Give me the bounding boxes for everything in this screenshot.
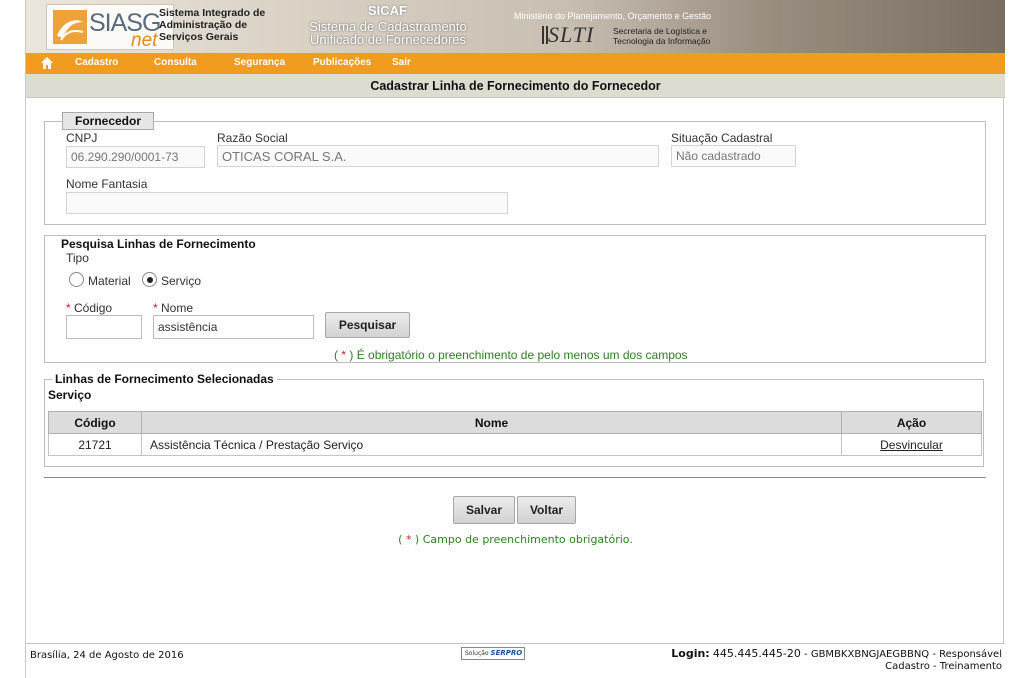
tipo-label: Tipo (66, 251, 89, 265)
col-acao: Ação (841, 411, 982, 434)
page-title-bar: Cadastrar Linha de Fornecimento do Forne… (26, 74, 1005, 98)
required-mark: * (66, 301, 71, 315)
divider (44, 477, 986, 478)
login-label: Login: (671, 647, 710, 660)
ministry-name: Ministério do Planejamento, Orçamento e … (514, 11, 712, 21)
pesquisar-button[interactable]: Pesquisar (325, 312, 410, 338)
radio-servico-label[interactable]: Serviço (161, 274, 201, 288)
logo-net-text: net (131, 30, 158, 51)
footer-login: Login: 445.445.445-20 - GBMBKXBNGJAEGBBN… (671, 648, 1002, 673)
razao-social-field[interactable]: OTICAS CORAL S.A. (217, 145, 659, 167)
slti-logo: SLTI (548, 22, 595, 47)
nome-fantasia-field[interactable] (66, 192, 508, 214)
situacao-field[interactable]: Não cadastrado (671, 145, 796, 167)
selecionadas-subtitle: Serviço (48, 388, 92, 402)
nav-publicacoes[interactable]: Publicações (313, 57, 371, 68)
row-codigo: 21721 (48, 433, 142, 456)
col-nome: Nome (141, 411, 842, 434)
linhas-table: Código Nome Ação 21721 Assistência Técni… (48, 411, 982, 456)
main-nav: Cadastro Consulta Segurança Publicações … (26, 53, 1005, 74)
situacao-label: Situação Cadastral (671, 131, 773, 145)
selecionadas-legend: Linhas de Fornecimento Selecionadas (52, 372, 277, 386)
pesquisa-legend: Pesquisa Linhas de Fornecimento (58, 237, 259, 251)
slti-name: Secretaria de Logística e Tecnologia da … (613, 26, 711, 46)
radio-material-label[interactable]: Material (88, 274, 131, 288)
login-line2: Cadastro - Treinamento (885, 661, 1002, 672)
voltar-button[interactable]: Voltar (517, 496, 576, 524)
cnpj-label: CNPJ (66, 131, 98, 145)
nome-input[interactable]: assistência (153, 315, 314, 339)
table-row: 21721 Assistência Técnica / Prestação Se… (48, 433, 982, 456)
nome-fantasia-label: Nome Fantasia (66, 177, 148, 191)
required-mark: * (153, 301, 158, 315)
page-title: Cadastrar Linha de Fornecimento do Forne… (370, 79, 661, 93)
codigo-input[interactable] (66, 315, 142, 339)
desvincular-link[interactable]: Desvincular (880, 438, 943, 452)
footer-date: Brasília, 24 de Agosto de 2016 (30, 650, 184, 661)
pesquisa-fieldset (44, 235, 986, 363)
login-value: 445.445.445-20 (712, 647, 801, 660)
home-icon[interactable] (40, 56, 54, 70)
radio-material[interactable] (69, 272, 84, 287)
system-name: Sistema Integrado de Administração de Se… (159, 7, 266, 43)
nav-sair[interactable]: Sair (392, 57, 411, 68)
cnpj-field[interactable]: 06.290.290/0001-73 (66, 146, 205, 168)
pesquisa-required-note: ( * ) É obrigatório o preenchimento de p… (334, 348, 688, 362)
radio-servico[interactable] (142, 272, 157, 287)
siasg-logo: SIASG net (46, 4, 174, 51)
sicaf-title: SICAF (368, 3, 407, 18)
row-nome: Assistência Técnica / Prestação Serviço (141, 433, 842, 456)
nome-label: * Nome (153, 301, 194, 315)
table-header-row: Código Nome Ação (48, 411, 982, 434)
serpro-logo: Solução SERPRO (461, 647, 525, 660)
sicaf-subtitle: Sistema de Cadastramento Unificado de Fo… (309, 19, 467, 47)
nav-seguranca[interactable]: Segurança (234, 57, 285, 68)
page: SIASG net Sistema Integrado de Administr… (25, 0, 1005, 678)
login-details: - GBMBKXBNGJAEGBBNQ - Responsável (800, 649, 1002, 660)
col-codigo: Código (48, 411, 142, 434)
nav-consulta[interactable]: Consulta (154, 57, 197, 68)
required-field-note: ( * ) Campo de preenchimento obrigatório… (398, 533, 633, 546)
codigo-label: * Código (66, 301, 113, 315)
nav-cadastro[interactable]: Cadastro (75, 57, 118, 68)
fornecedor-legend: Fornecedor (62, 112, 155, 130)
header-banner: SIASG net Sistema Integrado de Administr… (26, 0, 1005, 53)
razao-social-label: Razão Social (217, 131, 288, 145)
salvar-button[interactable]: Salvar (453, 496, 515, 524)
footer: Brasília, 24 de Agosto de 2016 Solução S… (26, 643, 1005, 678)
siasg-swirl-icon (53, 10, 87, 44)
